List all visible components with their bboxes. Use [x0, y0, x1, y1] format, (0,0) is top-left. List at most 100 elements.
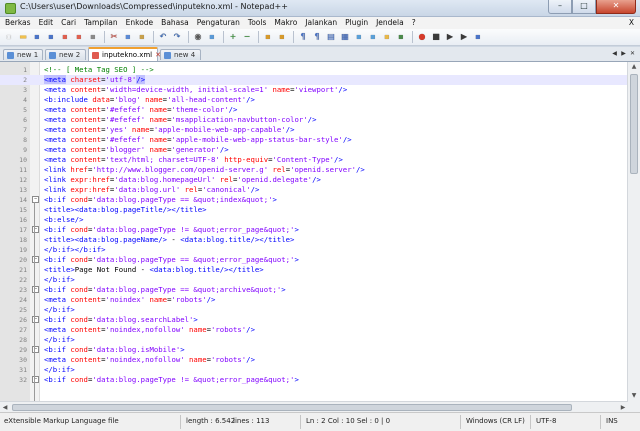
code-line[interactable]: 25 </b:if>: [0, 305, 628, 315]
open-file-icon[interactable]: ▬: [17, 31, 29, 43]
code-line[interactable]: 15 <title><data:blog.pageTitle/></title>: [0, 205, 628, 215]
folder-workspace-icon[interactable]: ▪: [381, 31, 393, 43]
menu-bahasa[interactable]: Bahasa: [156, 17, 192, 29]
code-line[interactable]: 31 </b:if>: [0, 365, 628, 375]
tab-scroll-left-icon[interactable]: ◀: [610, 49, 619, 58]
sync-vertical-icon[interactable]: ▪: [262, 31, 274, 43]
code-line[interactable]: 3 <meta content='width=device-width, init…: [0, 85, 628, 95]
sync-horizontal-icon[interactable]: ▪: [276, 31, 288, 43]
udl-icon[interactable]: ▦: [339, 31, 351, 43]
save-macro-icon[interactable]: ▪: [472, 31, 484, 43]
code-line[interactable]: 9 <meta content='blogger' name='generator…: [0, 145, 628, 155]
sync-vertical-icon-glyph: ▪: [265, 32, 271, 41]
code-line[interactable]: 1 <!-- [ Meta Tag SEO ] -->: [0, 65, 628, 75]
code-line[interactable]: 2 <meta charset='utf-8'/>: [0, 75, 628, 85]
scroll-up-icon[interactable]: ▲: [628, 62, 640, 72]
menu-plugin[interactable]: Plugin: [340, 17, 371, 29]
close-all-icon[interactable]: ▪: [73, 31, 85, 43]
menu-help[interactable]: ?: [407, 17, 419, 29]
show-all-chars-icon[interactable]: ¶: [311, 31, 323, 43]
code-line[interactable]: 10 <meta content='text/html; charset=UTF-…: [0, 155, 628, 165]
undo-icon[interactable]: ↶: [157, 31, 169, 43]
menu-tampilan[interactable]: Tampilan: [79, 17, 121, 29]
menu-jendela[interactable]: Jendela: [371, 17, 407, 29]
code-line[interactable]: 7 <meta content='yes' name='apple-mobile-…: [0, 125, 628, 135]
zoom-out-icon[interactable]: −: [241, 31, 253, 43]
code-line[interactable]: 17− <b:if cond='data:blog.pageType != &qu…: [0, 225, 628, 235]
tab-scroll-right-icon[interactable]: ▶: [619, 49, 628, 58]
status-encoding[interactable]: UTF-8: [536, 417, 556, 425]
indent-guide-icon[interactable]: ▤: [325, 31, 337, 43]
find-icon[interactable]: ◉: [192, 31, 204, 43]
vertical-scroll-thumb[interactable]: [630, 74, 638, 174]
code-line[interactable]: 22 </b:if>: [0, 275, 628, 285]
menu-pengaturan[interactable]: Pengaturan: [192, 17, 243, 29]
copy-icon[interactable]: ▪: [122, 31, 134, 43]
minimize-button[interactable]: –: [548, 0, 572, 14]
maximize-button[interactable]: □: [572, 0, 596, 14]
code-line[interactable]: 27 <meta content='noindex,nofollow' name=…: [0, 325, 628, 335]
menu-jalankan[interactable]: Jalankan: [300, 17, 340, 29]
code-line[interactable]: 5 <meta content='#efefef' name='theme-col…: [0, 105, 628, 115]
run-macro-multiple-icon[interactable]: ▶: [458, 31, 470, 43]
function-list-icon[interactable]: ▪: [367, 31, 379, 43]
redo-icon[interactable]: ↷: [171, 31, 183, 43]
replace-icon[interactable]: ▪: [206, 31, 218, 43]
code-line[interactable]: 28 </b:if>: [0, 335, 628, 345]
code-line[interactable]: 24 <meta content='noindex' name='robots'/…: [0, 295, 628, 305]
code-line[interactable]: 6 <meta content='#efefef' name='msapplica…: [0, 115, 628, 125]
word-wrap-icon[interactable]: ¶: [297, 31, 309, 43]
print-icon[interactable]: ▪: [87, 31, 99, 43]
code-token: <meta: [44, 325, 66, 334]
new-file-icon[interactable]: ▫: [3, 31, 15, 43]
code-line[interactable]: 8 <meta content='#efefef' name='apple-mob…: [0, 135, 628, 145]
horizontal-scroll-thumb[interactable]: [12, 404, 572, 411]
code-line[interactable]: 14− <b:if cond='data:blog.pageType == &qu…: [0, 195, 628, 205]
cut-icon[interactable]: ✂: [108, 31, 120, 43]
play-macro-icon[interactable]: ▶: [444, 31, 456, 43]
tab-new-2[interactable]: new 2: [45, 49, 86, 60]
code-line[interactable]: 29− <b:if cond='data:blog.isMobile'>: [0, 345, 628, 355]
status-insert-mode[interactable]: INS: [606, 417, 618, 425]
tab-new-4[interactable]: new 4: [160, 49, 201, 60]
tab-new-1[interactable]: new 1: [3, 49, 43, 60]
doc-map-icon[interactable]: ▪: [353, 31, 365, 43]
monitor-icon[interactable]: ▪: [395, 31, 407, 43]
scroll-down-icon[interactable]: ▼: [628, 391, 640, 401]
code-line[interactable]: 4 <b:include data='blog' name='all-head-c…: [0, 95, 628, 105]
zoom-in-icon[interactable]: +: [227, 31, 239, 43]
close-icon[interactable]: ▪: [59, 31, 71, 43]
tab-close-icon[interactable]: ✕: [155, 51, 161, 59]
code-editor[interactable]: 1 <!-- [ Meta Tag SEO ] --> 2 <meta charset…: [0, 62, 628, 401]
code-line[interactable]: 23− <b:if cond='data:blog.pageType == &qu…: [0, 285, 628, 295]
save-icon[interactable]: ▪: [31, 31, 43, 43]
menu-tools[interactable]: Tools: [243, 17, 269, 29]
code-token: />: [228, 105, 238, 114]
code-line[interactable]: 20− <b:if cond='data:blog.pageType == &qu…: [0, 255, 628, 265]
vertical-scrollbar[interactable]: ▲ ▼: [627, 62, 640, 401]
record-macro-icon[interactable]: ●: [416, 31, 428, 43]
paste-icon[interactable]: ▪: [136, 31, 148, 43]
code-line[interactable]: 32− <b:if cond='data:blog.pageType != &qu…: [0, 375, 628, 385]
code-line[interactable]: 16 <b:else/>: [0, 215, 628, 225]
menu-close-document-button[interactable]: X: [624, 17, 640, 29]
menu-makro[interactable]: Makro: [269, 17, 300, 29]
save-all-icon[interactable]: ▪: [45, 31, 57, 43]
tab-close-all-icon[interactable]: ✕: [628, 49, 637, 58]
menu-enkode[interactable]: Enkode: [121, 17, 157, 29]
menu-edit[interactable]: Edit: [34, 17, 57, 29]
code-line[interactable]: 21 <title>Page Not Found - <data:blog.tit…: [0, 265, 628, 275]
close-window-button[interactable]: ✕: [596, 0, 636, 14]
code-line[interactable]: 30 <meta content='noindex,nofollow' name=…: [0, 355, 628, 365]
code-line[interactable]: 12 <link expr:href='data:blog.homepageUrl…: [0, 175, 628, 185]
code-line[interactable]: 26− <b:if cond='data:blog.searchLabel'>: [0, 315, 628, 325]
tab-inputekno-xml[interactable]: inputekno.xml ✕: [88, 47, 161, 61]
code-line[interactable]: 19 </b:if></b:if>: [0, 245, 628, 255]
code-line[interactable]: 18 <title><data:blog.pageName/> - <data:b…: [0, 235, 628, 245]
code-line[interactable]: 11 <link href='http://www.blogger.com/ope…: [0, 165, 628, 175]
code-line[interactable]: 13 <link expr:href='data:blog.url' rel='c…: [0, 185, 628, 195]
menu-cari[interactable]: Cari: [56, 17, 79, 29]
stop-macro-icon[interactable]: ■: [430, 31, 442, 43]
status-eol-format[interactable]: Windows (CR LF): [466, 417, 525, 425]
menu-berkas[interactable]: Berkas: [0, 17, 34, 29]
